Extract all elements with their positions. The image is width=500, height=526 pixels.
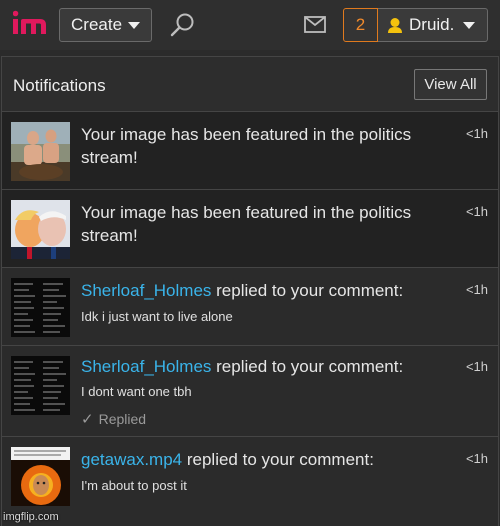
top-bar: Create 2 Druid. [0, 0, 500, 50]
notification-count-badge[interactable]: 2 [343, 8, 378, 42]
check-icon: ✓ [81, 411, 94, 428]
notification-time: <1h [465, 126, 488, 141]
imgflip-logo[interactable] [13, 10, 47, 40]
notification-message: Sherloaf_Holmes replied to your comment: [81, 279, 448, 302]
watermark: imgflip.com [3, 511, 59, 523]
search-icon[interactable] [170, 12, 196, 38]
user-avatar-icon [388, 18, 402, 33]
create-label: Create [71, 15, 123, 34]
view-all-button[interactable]: View All [414, 69, 487, 100]
panel-title: Notifications [13, 76, 106, 95]
mail-icon[interactable] [304, 16, 326, 33]
username-link[interactable]: getawax.mp4 [81, 450, 182, 469]
comment-text: I'm about to post it [81, 478, 187, 493]
notification-item[interactable]: Your image has been featured in the poli… [2, 112, 498, 190]
notification-item[interactable]: Sherloaf_Holmes replied to your comment:… [2, 346, 498, 437]
comment-text: Idk i just want to live alone [81, 309, 233, 324]
notification-message: Your image has been featured in the poli… [81, 125, 412, 167]
notification-action: replied to your comment: [182, 450, 374, 469]
notification-message: getawax.mp4 replied to your comment: [81, 448, 448, 471]
notifications-panel: Notifications View All Your image has be… [1, 56, 499, 526]
notification-time: <1h [465, 451, 488, 466]
username-link[interactable]: Sherloaf_Holmes [81, 357, 211, 376]
notification-action: replied to your comment: [211, 357, 404, 376]
notification-time: <1h [465, 282, 488, 297]
notification-time: <1h [465, 204, 488, 219]
comment-text: I dont want one tbh [81, 384, 192, 399]
notification-item[interactable]: Your image has been featured in the poli… [2, 190, 498, 268]
notification-item[interactable]: Sherloaf_Holmes replied to your comment:… [2, 268, 498, 346]
replied-label: Replied [98, 411, 147, 427]
featured-image-thumbnail[interactable] [11, 200, 70, 259]
comment-image-thumbnail[interactable] [11, 447, 70, 506]
notification-time: <1h [465, 359, 488, 374]
chevron-down-icon [128, 21, 141, 29]
notification-action: replied to your comment: [211, 281, 404, 300]
replied-status: ✓ Replied [81, 410, 146, 428]
user-menu-button[interactable]: Druid. [378, 8, 488, 42]
username: Druid. [409, 15, 455, 34]
notification-message: Your image has been featured in the poli… [81, 203, 412, 245]
comment-image-thumbnail[interactable] [11, 278, 70, 337]
chevron-down-icon [463, 21, 476, 29]
comment-image-thumbnail[interactable] [11, 356, 70, 415]
featured-image-thumbnail[interactable] [11, 122, 70, 181]
create-button[interactable]: Create [59, 8, 152, 42]
notification-message: Sherloaf_Holmes replied to your comment: [81, 355, 448, 378]
username-link[interactable]: Sherloaf_Holmes [81, 281, 211, 300]
panel-header: Notifications View All [2, 57, 498, 112]
notification-item[interactable]: getawax.mp4 replied to your comment: I'm… [2, 437, 498, 526]
